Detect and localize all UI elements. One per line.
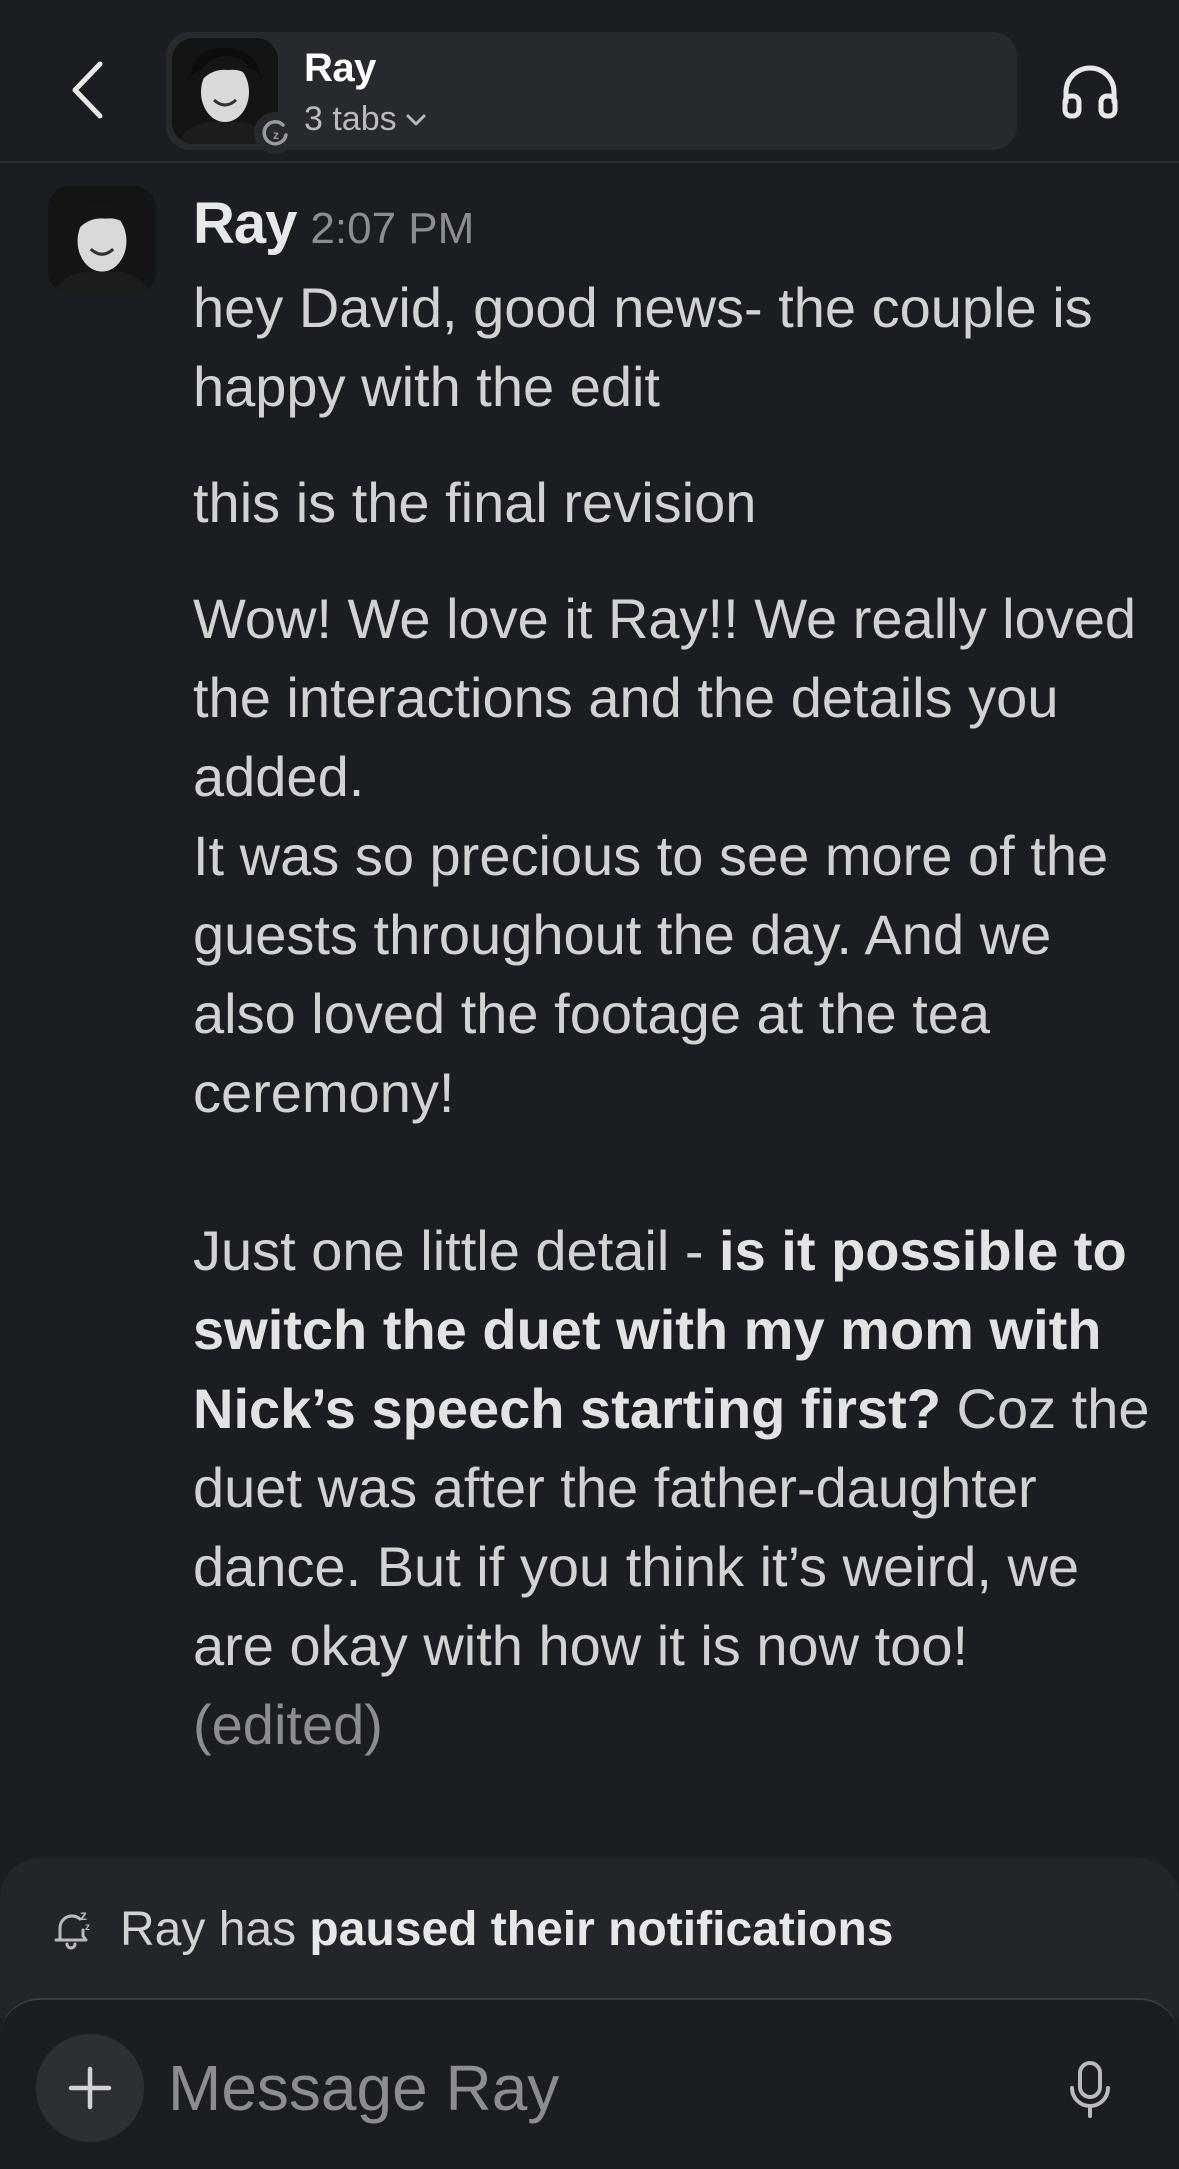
away-status-icon: z: [254, 112, 296, 154]
tabs-dropdown[interactable]: 3 tabs: [304, 100, 427, 139]
message-paragraph: Wow! We love it Ray!! We really loved th…: [193, 587, 1137, 808]
conversation-name: Ray: [304, 46, 376, 90]
bell-snooze-icon: z z: [54, 1907, 90, 1950]
plus-icon: [68, 2066, 112, 2110]
message-line: hey David, good news- the couple is happ…: [193, 276, 1093, 418]
message-paragraph: It was so precious to see more of the gu…: [193, 824, 1109, 1124]
edited-label: (edited): [193, 1693, 383, 1756]
notifications-paused-banner: z z Ray has paused their notifications: [0, 1858, 1179, 2018]
conversation-header-button[interactable]: z Ray 3 tabs: [166, 32, 1017, 154]
notifications-paused-text: Ray has paused their notifications: [120, 1903, 894, 1956]
huddle-button[interactable]: [1058, 62, 1122, 122]
message-line: this is the final revision: [193, 471, 757, 534]
message-text: Just one little detail -: [193, 1219, 720, 1282]
voice-message-button[interactable]: [1064, 2058, 1116, 2122]
svg-text:z: z: [273, 128, 279, 142]
message-input[interactable]: [168, 2040, 1008, 2136]
tabs-count: 3 tabs: [304, 100, 397, 138]
top-bar: z Ray 3 tabs: [0, 0, 1179, 163]
microphone-icon: [1070, 2061, 1110, 2118]
message-paragraph: Just one little detail - is it possible …: [193, 1211, 1153, 1685]
headphones-icon: [1062, 65, 1118, 119]
message-author-avatar[interactable]: [48, 186, 156, 294]
message-timestamp: 2:07 PM: [310, 204, 475, 253]
chevron-down-icon: [406, 114, 426, 125]
message-composer: [0, 1998, 1179, 2169]
message-header: Ray 2:07 PM: [193, 190, 474, 257]
chevron-left-icon: [72, 61, 103, 119]
message-body[interactable]: hey David, good news- the couple is happ…: [193, 268, 1153, 1764]
message-author[interactable]: Ray: [193, 190, 297, 257]
back-button[interactable]: [60, 58, 114, 122]
add-attachment-button[interactable]: [36, 2034, 144, 2142]
svg-text:z: z: [85, 1922, 90, 1933]
svg-text:z: z: [80, 1907, 87, 1923]
